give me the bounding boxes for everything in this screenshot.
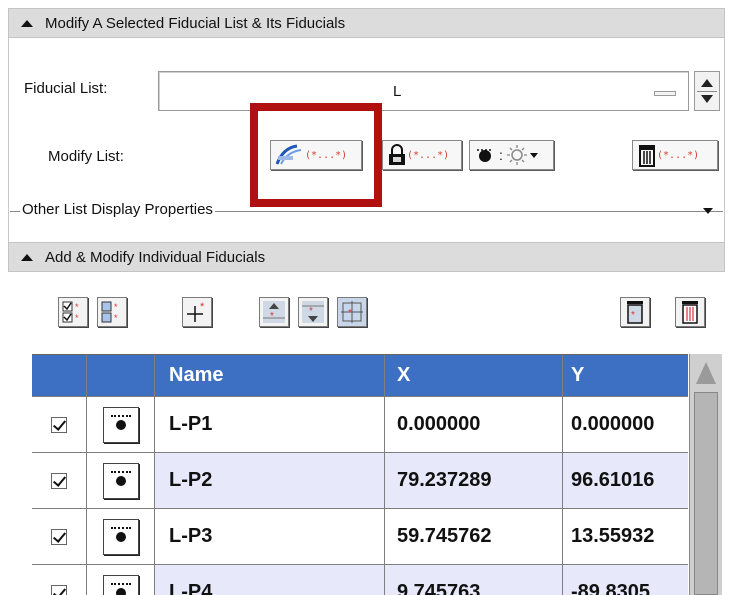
lock-icon: [389, 144, 405, 165]
visibility-toggle[interactable]: [102, 574, 139, 595]
svg-text:*: *: [75, 302, 79, 312]
table-row[interactable]: L-P3 59.745762 13.55932: [32, 509, 688, 565]
table-row[interactable]: L-P4 9.745763 -89.8305: [32, 565, 688, 595]
spinner-up-icon[interactable]: [701, 79, 713, 87]
trash-icon: [639, 145, 655, 167]
table-vertical-scrollbar[interactable]: [689, 354, 722, 595]
center-on-fiducial-button[interactable]: *: [337, 297, 367, 327]
move-up-icon: *: [263, 301, 285, 323]
eye-icon: [477, 149, 493, 162]
fiducial-y[interactable]: 0.000000: [563, 397, 688, 453]
collapse-triangle-icon[interactable]: [21, 19, 33, 27]
column-header-y[interactable]: Y: [563, 355, 688, 397]
svg-text:*: *: [114, 313, 118, 323]
fiducial-list-selector[interactable]: L: [158, 71, 689, 111]
select-checkbox[interactable]: [51, 416, 67, 433]
eye-icon: [110, 526, 131, 544]
visibility-toggle[interactable]: [102, 462, 139, 499]
eye-icon: [110, 582, 131, 595]
table-header-row: Name X Y: [32, 355, 688, 397]
add-fiducial-button[interactable]: *: [182, 297, 212, 327]
fiducial-table: Name X Y L-P1 0.000000 0.000000 L-P2 79.…: [32, 354, 688, 595]
fiducial-list-label: Fiducial List:: [24, 80, 108, 97]
visibility-toggle[interactable]: [102, 406, 139, 443]
fiducial-name[interactable]: L-P1: [155, 397, 385, 453]
fiducial-name[interactable]: L-P3: [155, 509, 385, 565]
delete-all-fiducials-button[interactable]: [675, 297, 705, 327]
column-header-visibility[interactable]: [87, 355, 155, 397]
select-all-button[interactable]: * *: [58, 297, 88, 327]
select-checkbox[interactable]: [51, 584, 67, 595]
other-display-properties-label[interactable]: Other List Display Properties: [20, 201, 215, 218]
svg-text:*: *: [200, 301, 205, 313]
fiducial-x[interactable]: 59.745762: [385, 509, 563, 565]
fiducials-section-title: Add & Modify Individual Fiducials: [45, 248, 266, 266]
select-all-icon: **: [62, 301, 79, 323]
delete-selected-fiducials-button[interactable]: *: [620, 297, 650, 327]
fiducial-name[interactable]: L-P2: [155, 453, 385, 509]
modify-list-section-header[interactable]: Modify A Selected Fiducial List & Its Fi…: [8, 8, 725, 38]
sun-icon: [506, 145, 527, 165]
lock-list-button[interactable]: (*...*): [382, 140, 462, 170]
visibility-separator: :: [499, 147, 503, 163]
select-checkbox[interactable]: [51, 472, 67, 489]
chevron-down-icon: [529, 153, 538, 158]
spinner-divider: [697, 91, 717, 92]
select-checkbox[interactable]: [51, 528, 67, 545]
move-down-icon: *: [302, 301, 324, 323]
svg-text:*: *: [309, 306, 313, 317]
svg-text:*: *: [270, 311, 274, 322]
scroll-up-arrow-icon[interactable]: [696, 362, 716, 384]
eye-icon: [110, 414, 131, 432]
crosshair-icon: *: [341, 301, 363, 323]
fiducial-list-spinner[interactable]: [694, 71, 720, 111]
fiducial-x[interactable]: 79.237289: [385, 453, 563, 509]
column-header-name[interactable]: Name: [155, 355, 385, 397]
fiducial-y[interactable]: 13.55932: [563, 509, 688, 565]
lock-list-button-label: (*...*): [407, 149, 450, 161]
modify-list-label: Modify List:: [48, 148, 124, 165]
delete-list-button-label: (*...*): [657, 149, 700, 161]
fiducial-x[interactable]: 0.000000: [385, 397, 563, 453]
fiducials-section-header[interactable]: Add & Modify Individual Fiducials: [8, 242, 725, 272]
expand-chevron-down-icon[interactable]: [703, 208, 713, 214]
table-row[interactable]: L-P1 0.000000 0.000000: [32, 397, 688, 453]
move-down-button[interactable]: *: [298, 297, 328, 327]
deselect-all-icon: **: [101, 301, 118, 323]
eye-icon: [110, 470, 131, 488]
svg-text:*: *: [75, 313, 79, 323]
fiducial-y[interactable]: 96.61016: [563, 453, 688, 509]
fiducial-x[interactable]: 9.745763: [385, 565, 563, 595]
collapse-triangle-icon[interactable]: [21, 253, 33, 261]
trash-all-icon: [682, 301, 698, 324]
trash-selected-icon: *: [627, 301, 643, 324]
fiducial-list-value: L: [393, 83, 402, 100]
fiducial-name[interactable]: L-P4: [155, 565, 385, 595]
svg-text:*: *: [114, 302, 118, 312]
deselect-all-button[interactable]: * *: [97, 297, 127, 327]
svg-text:*: *: [348, 308, 352, 319]
column-header-select[interactable]: [32, 355, 87, 397]
add-fiducial-icon: *: [187, 301, 205, 322]
spinner-down-icon[interactable]: [701, 95, 713, 103]
delete-list-button[interactable]: (*...*): [632, 140, 718, 170]
dropdown-handle-icon[interactable]: [654, 91, 676, 96]
column-header-x[interactable]: X: [385, 355, 563, 397]
move-up-button[interactable]: *: [259, 297, 289, 327]
highlight-annotation-box: [250, 103, 382, 207]
svg-text:*: *: [631, 310, 635, 321]
visibility-toggle[interactable]: [102, 518, 139, 555]
fiducial-y[interactable]: -89.8305: [563, 565, 688, 595]
table-row[interactable]: L-P2 79.237289 96.61016: [32, 453, 688, 509]
scrollbar-thumb[interactable]: [694, 392, 718, 595]
visibility-toggle-button[interactable]: :: [469, 140, 554, 170]
modify-list-section-title: Modify A Selected Fiducial List & Its Fi…: [45, 14, 346, 32]
